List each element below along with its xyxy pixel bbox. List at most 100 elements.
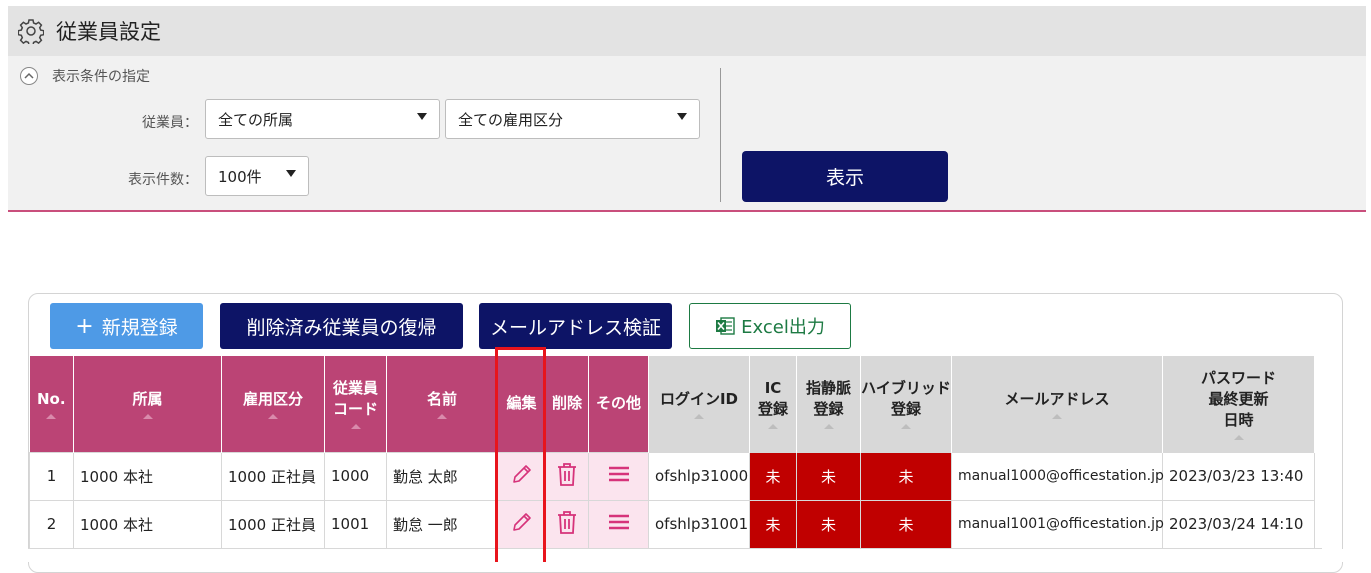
title-bar: 従業員設定 — [8, 6, 1366, 56]
department-select-value: 全ての所属 — [218, 110, 294, 129]
header-pw-line1: パスワード — [1200, 368, 1276, 387]
sort-icon — [694, 413, 704, 419]
cell-login-id: ofshlp31000 — [648, 451, 750, 501]
sort-icon — [901, 424, 911, 430]
cell-department: 1000 本社 — [73, 499, 222, 549]
trash-icon[interactable] — [555, 509, 579, 535]
caret-down-icon — [417, 113, 427, 120]
show-button[interactable]: 表示 — [742, 151, 948, 202]
sort-icon — [1052, 413, 1062, 419]
cell-email: manual1001@officestation.jp — [951, 499, 1164, 549]
cell-vein-status: 未 — [796, 499, 861, 549]
cell-ic-status: 未 — [749, 499, 797, 549]
email-verify-button[interactable]: メールアドレス検証 — [479, 303, 672, 349]
new-register-button[interactable]: + 新規登録 — [50, 303, 203, 349]
condition-toggle-label: 表示条件の指定 — [52, 69, 150, 85]
header-email[interactable]: メールアドレス — [951, 356, 1163, 452]
sort-icon — [268, 413, 278, 419]
sort-icon — [350, 424, 361, 430]
header-employee-code[interactable]: 従業員 コード — [324, 356, 387, 452]
menu-icon[interactable] — [608, 465, 630, 483]
excel-export-label: Excel出力 — [741, 317, 825, 338]
sort-icon — [1233, 434, 1244, 440]
cell-hybrid-status: 未 — [860, 499, 952, 549]
new-register-label: 新規登録 — [101, 316, 178, 339]
sort-icon — [768, 424, 778, 430]
header-other-label: その他 — [595, 394, 641, 413]
cell-email: manual1000@officestation.jp — [951, 451, 1164, 501]
cell-employee-code: 1000 — [324, 451, 387, 501]
header-code-line2: コード — [332, 400, 378, 419]
divider — [720, 68, 721, 202]
header-no[interactable]: No. — [29, 356, 74, 452]
page-title: 従業員設定 — [56, 20, 161, 44]
cell-vein-status: 未 — [796, 451, 861, 501]
cell-employee-code: 1001 — [324, 499, 387, 549]
header-ic[interactable]: IC 登録 — [749, 356, 797, 452]
header-name[interactable]: 名前 — [386, 356, 498, 452]
table-header-row: No. 所属 雇用区分 従業員 コード 名前 編集 削除 その他 ログインID I… — [29, 356, 1323, 452]
cell-no: 1 — [29, 451, 74, 501]
delete-cell — [545, 499, 589, 549]
header-no-label: No. — [36, 389, 66, 408]
cell-employment-type: 1000 正社員 — [221, 451, 325, 501]
cell-login-id: ofshlp31001 — [648, 499, 750, 549]
sort-icon — [46, 413, 57, 419]
count-label: 表示件数： — [128, 172, 198, 188]
header-code-line1: 従業員 — [332, 379, 378, 398]
condition-toggle[interactable]: 表示条件の指定 — [20, 66, 150, 86]
menu-icon[interactable] — [608, 513, 630, 531]
employment-type-select[interactable]: 全ての雇用区分 — [445, 99, 700, 139]
sort-icon — [437, 413, 447, 419]
header-vein-line2: 登録 — [813, 400, 844, 419]
header-other: その他 — [588, 356, 649, 452]
header-vein-line1: 指静脈 — [805, 379, 851, 398]
header-delete: 削除 — [545, 356, 589, 452]
excel-icon — [716, 317, 735, 335]
table-row: 2 1000 本社 1000 正社員 1001 勤怠 一郎 ofshlp3100… — [29, 499, 1323, 549]
cell-no: 2 — [29, 499, 74, 549]
restore-deleted-button[interactable]: 削除済み従業員の復帰 — [220, 303, 463, 349]
cell-name: 勤怠 太郎 — [386, 451, 498, 501]
cell-hybrid-status: 未 — [860, 451, 952, 501]
department-select[interactable]: 全ての所属 — [205, 99, 440, 139]
page-bottom — [0, 549, 1371, 562]
header-pw-line3: 日時 — [1223, 410, 1254, 429]
header-finger-vein[interactable]: 指静脈 登録 — [796, 356, 861, 452]
excel-export-button[interactable]: Excel出力 — [689, 303, 851, 349]
header-hybrid[interactable]: ハイブリッド 登録 — [860, 356, 952, 452]
gear-icon — [18, 19, 44, 44]
header-password-updated[interactable]: パスワード最終更新日時 — [1162, 356, 1315, 452]
header-department-label: 所属 — [132, 389, 163, 408]
header-hybrid-line1: ハイブリッド — [861, 379, 951, 398]
gutter-cell — [1315, 500, 1323, 548]
chevron-up-icon[interactable] — [20, 67, 38, 85]
employee-table: No. 所属 雇用区分 従業員 コード 名前 編集 削除 その他 ログインID I… — [29, 356, 1323, 549]
header-ic-line2: 登録 — [757, 400, 788, 419]
gutter-cell — [1315, 452, 1323, 500]
filter-panel: 表示条件の指定 従業員： 全ての所属 全ての雇用区分 表示件数： 100件 表示 — [8, 56, 1366, 212]
trash-icon[interactable] — [555, 461, 579, 487]
header-department[interactable]: 所属 — [73, 356, 222, 452]
employment-type-select-value: 全ての雇用区分 — [458, 110, 564, 129]
header-delete-label: 削除 — [551, 394, 582, 413]
row-divider — [28, 548, 1322, 549]
count-select[interactable]: 100件 — [205, 156, 309, 196]
plus-icon: + — [75, 313, 94, 339]
table-row: 1 1000 本社 1000 正社員 1000 勤怠 太郎 ofshlp3100… — [29, 451, 1323, 501]
header-email-label: メールアドレス — [1004, 389, 1110, 408]
header-employment-type-label: 雇用区分 — [242, 389, 303, 408]
header-hybrid-line2: 登録 — [890, 400, 921, 419]
cell-employment-type: 1000 正社員 — [221, 499, 325, 549]
other-cell — [588, 499, 649, 549]
header-employment-type[interactable]: 雇用区分 — [221, 356, 325, 452]
caret-down-icon — [286, 170, 296, 177]
header-ic-line1: IC — [764, 379, 782, 398]
header-name-label: 名前 — [426, 389, 457, 408]
cell-name: 勤怠 一郎 — [386, 499, 498, 549]
header-login-id[interactable]: ログインID — [648, 356, 750, 452]
header-pw-line2: 最終更新 — [1208, 389, 1269, 408]
cell-password-updated: 2023/03/23 13:40 — [1162, 451, 1315, 501]
other-cell — [588, 451, 649, 501]
edit-column-highlight — [495, 347, 546, 562]
